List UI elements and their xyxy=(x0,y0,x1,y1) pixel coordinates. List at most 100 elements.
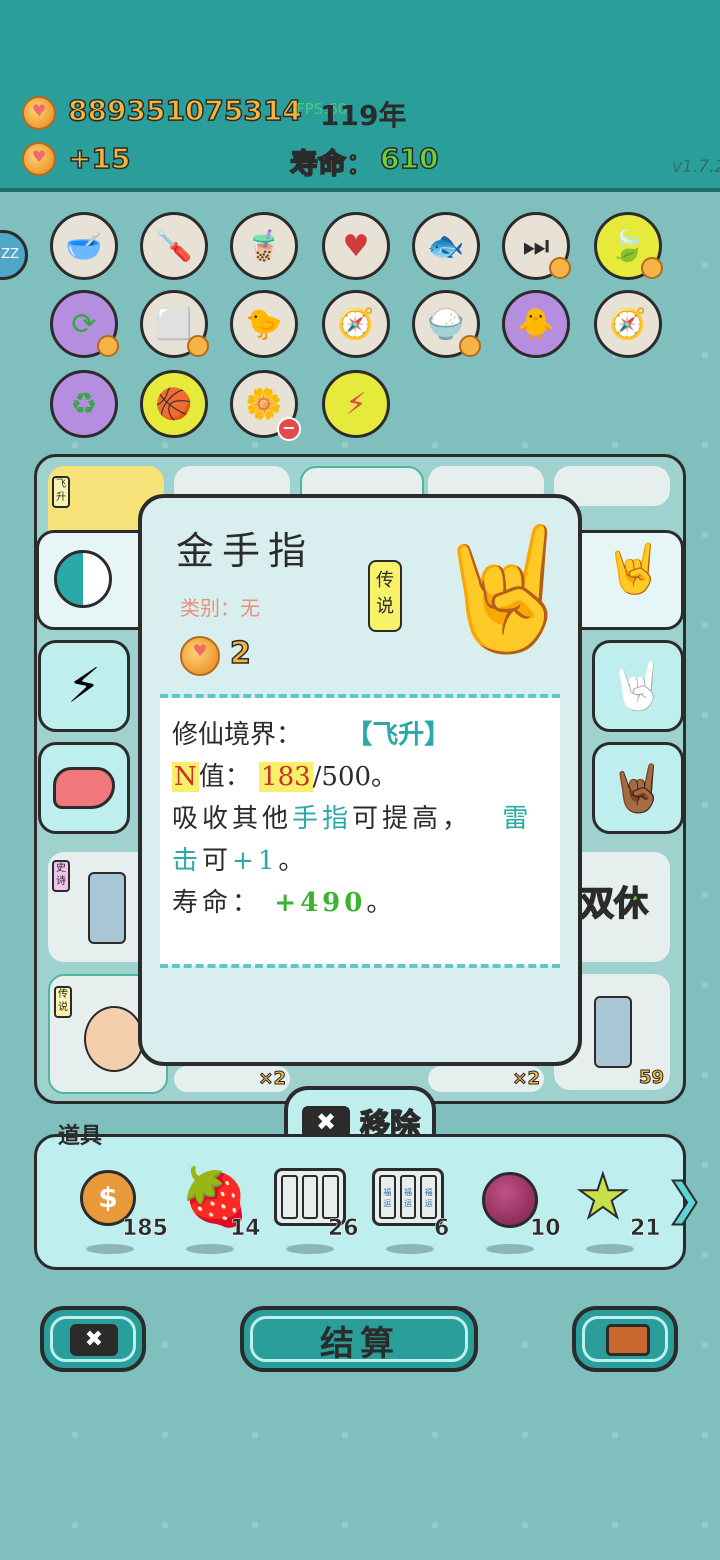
screwdriver-item[interactable]: 🪛 xyxy=(140,212,208,280)
tool-count: 6 xyxy=(434,1216,450,1242)
lifespan-value: 610 xyxy=(379,141,439,176)
battery-cell-label: 福运 xyxy=(420,1175,438,1219)
skip-icon: ⏭ xyxy=(522,228,550,264)
sleep-side-tab[interactable]: ZZ xyxy=(0,230,28,280)
lightning-slot[interactable]: ⚡ xyxy=(38,640,130,732)
absorb-text: 吸收其他 xyxy=(172,804,293,834)
potted-flower-item[interactable]: 🌼 − xyxy=(230,370,301,441)
income-coin-icon xyxy=(22,142,56,176)
thunder-text-3: 可 xyxy=(202,846,233,876)
chick-egg-item[interactable]: 🐥 xyxy=(502,290,570,358)
n-max: /500。 xyxy=(312,762,398,792)
coin-badge-icon xyxy=(459,335,481,357)
white-hand-icon: 🤘 xyxy=(609,658,667,713)
dollar-icon: $ xyxy=(98,1181,118,1214)
duck-pot-icon: 🐤 xyxy=(245,306,283,342)
battery-cell-icon xyxy=(301,1175,319,1219)
year-counter: 119年 xyxy=(320,99,407,132)
yin-yang-icon xyxy=(54,550,112,608)
tool-count: 21 xyxy=(630,1216,661,1242)
tool-star[interactable]: ★ xyxy=(575,1161,631,1233)
skip-item[interactable]: ⏭ xyxy=(502,212,571,280)
absorb-highlight: 手指 xyxy=(292,804,353,834)
tools-next-arrow[interactable]: ❯ xyxy=(665,1173,704,1226)
chick-icon: 🐥 xyxy=(517,306,555,342)
lightning-icon: ⚡ xyxy=(345,386,367,422)
compass-item[interactable]: 🧭 xyxy=(322,290,390,358)
shadow xyxy=(86,1244,134,1254)
shadow xyxy=(286,1244,334,1254)
card-count: ×2 xyxy=(258,1068,287,1090)
battery-cell-icon xyxy=(322,1175,340,1219)
blood-bag-item[interactable]: ♥ xyxy=(322,212,390,280)
realm-value: 【飞升】 xyxy=(346,720,451,750)
shadow xyxy=(486,1244,534,1254)
tag-epic: 史诗 xyxy=(52,860,70,892)
cost-coin-icon xyxy=(180,636,220,676)
lightning-item[interactable]: ⚡ xyxy=(322,370,390,438)
recycle-item[interactable]: ♻ xyxy=(50,370,118,438)
coin-badge-icon xyxy=(641,257,663,279)
absorb-text-2: 可提高， xyxy=(352,804,473,834)
battery-cell-icon xyxy=(281,1175,298,1219)
inventory-card[interactable]: ×2 xyxy=(428,1066,544,1092)
n-value-line: N值： 183/500。 xyxy=(172,756,397,793)
brown-hand-icon: 🤘🏾 xyxy=(609,760,667,815)
tool-count: 185 xyxy=(122,1216,168,1242)
compass-item-2[interactable]: 🧭 xyxy=(594,290,662,358)
item-title: 金手指 xyxy=(176,529,315,573)
shadow xyxy=(586,1244,634,1254)
brown-hand-slot[interactable]: 🤘🏾 xyxy=(592,742,684,834)
tag-ascend: 飞升 xyxy=(52,476,70,508)
settle-label: 结算 xyxy=(320,1324,400,1364)
leaf-item[interactable]: 🍃 xyxy=(594,212,663,280)
recycle-icon: ♻ xyxy=(70,386,98,422)
thunder-text-2: 击 xyxy=(172,846,203,876)
tools-label: 道具 xyxy=(58,1123,103,1149)
rice-bowl-item[interactable]: 🍚 xyxy=(412,290,481,358)
lifespan-label: 寿命： xyxy=(289,146,375,181)
blood-bag-icon: ♥ xyxy=(342,228,370,264)
recycle-arrows-item[interactable]: ⟳ xyxy=(50,290,119,358)
liver-slot[interactable] xyxy=(38,742,130,834)
compass-icon: 🧭 xyxy=(609,306,647,342)
battery-cell-label: 福运 xyxy=(399,1175,417,1219)
leaf-icon: 🍃 xyxy=(609,228,647,264)
n-prefix: N xyxy=(172,762,199,792)
life-end: 。 xyxy=(366,888,397,918)
star-icon: ★ xyxy=(575,1161,631,1233)
life-line: 寿命： +490。 xyxy=(172,882,396,919)
bubble-tea-icon: 🧋 xyxy=(245,228,283,264)
coin-total: 889351075314 xyxy=(67,93,302,128)
tool-count: 26 xyxy=(328,1216,359,1242)
bubble-tea-item[interactable]: 🧋 xyxy=(230,212,298,280)
divider-bottom xyxy=(160,964,560,968)
dog-bowl-item[interactable]: 🥣 xyxy=(50,212,118,280)
white-hand-slot[interactable]: 🤘 xyxy=(592,640,684,732)
remove-minus-icon[interactable]: − xyxy=(277,417,301,441)
sugar-cube-item[interactable]: ⬜ xyxy=(140,290,209,358)
gold-hand-icon: 🤘 xyxy=(604,541,664,597)
inventory-card[interactable]: ×2 xyxy=(174,1066,290,1092)
close-all-button[interactable]: ✖ xyxy=(40,1306,146,1372)
thunder-end: 。 xyxy=(278,846,309,876)
rarity-badge: 传说 xyxy=(368,560,402,632)
sugar-cube-icon: ⬜ xyxy=(155,306,193,342)
basketballs-item[interactable]: 🏀 xyxy=(140,370,208,438)
coin-badge-icon xyxy=(549,257,571,279)
coin-icon xyxy=(22,96,56,130)
old-man-face-icon xyxy=(84,1006,144,1072)
fish-tank-item[interactable]: 🐟 xyxy=(412,212,480,280)
item-category: 类别：无 xyxy=(180,596,260,620)
fan-device-icon xyxy=(88,872,126,944)
thunder-line: 击可+1。 xyxy=(172,840,308,877)
duck-pot-item[interactable]: 🐤 xyxy=(230,290,298,358)
tag-legend: 传说 xyxy=(54,986,72,1018)
income-rate: +15 xyxy=(67,141,131,176)
item-cost: 2 xyxy=(229,635,251,672)
thunder-text: 雷 xyxy=(502,804,533,834)
rice-bowl-icon: 🍚 xyxy=(427,306,465,342)
bowl-icon: 🥣 xyxy=(65,228,103,264)
shadow xyxy=(386,1244,434,1254)
briefcase-button[interactable] xyxy=(572,1306,678,1372)
